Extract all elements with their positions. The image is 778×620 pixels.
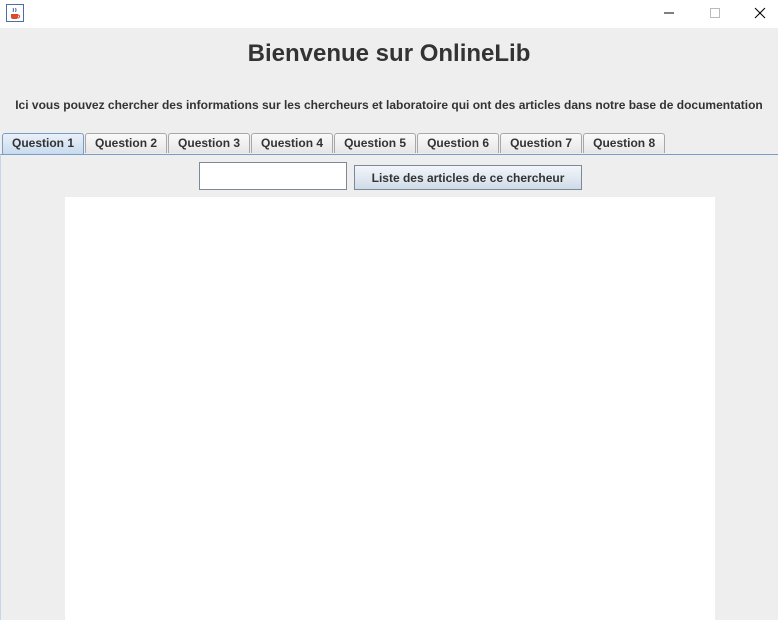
tab-question-5[interactable]: Question 5 <box>334 133 417 153</box>
java-cup-icon[interactable] <box>6 4 24 22</box>
close-icon <box>754 4 766 23</box>
tab-question-3[interactable]: Question 3 <box>168 133 251 153</box>
close-button[interactable] <box>737 0 778 26</box>
maximize-button[interactable] <box>692 0 738 26</box>
list-articles-button[interactable]: Liste des articles de ce chercheur <box>354 165 582 190</box>
minimize-button[interactable] <box>646 0 692 26</box>
tab-question-2[interactable]: Question 2 <box>85 133 168 153</box>
tab-question-7[interactable]: Question 7 <box>500 133 583 153</box>
page-title: Bienvenue sur OnlineLib <box>247 40 531 67</box>
tab-question-4[interactable]: Question 4 <box>251 133 334 153</box>
results-area[interactable] <box>65 197 715 620</box>
page-description: Ici vous pouvez chercher des information… <box>15 98 763 112</box>
minimize-icon <box>663 4 675 23</box>
maximize-icon <box>709 4 721 23</box>
tab-bar: Question 1 Question 2 Question 3 Questio… <box>2 133 666 154</box>
tab-question-8[interactable]: Question 8 <box>583 133 666 153</box>
title-bar <box>0 0 778 28</box>
researcher-search-input[interactable] <box>199 162 347 190</box>
tab-question-1[interactable]: Question 1 <box>2 133 85 154</box>
tab-question-6[interactable]: Question 6 <box>417 133 500 153</box>
